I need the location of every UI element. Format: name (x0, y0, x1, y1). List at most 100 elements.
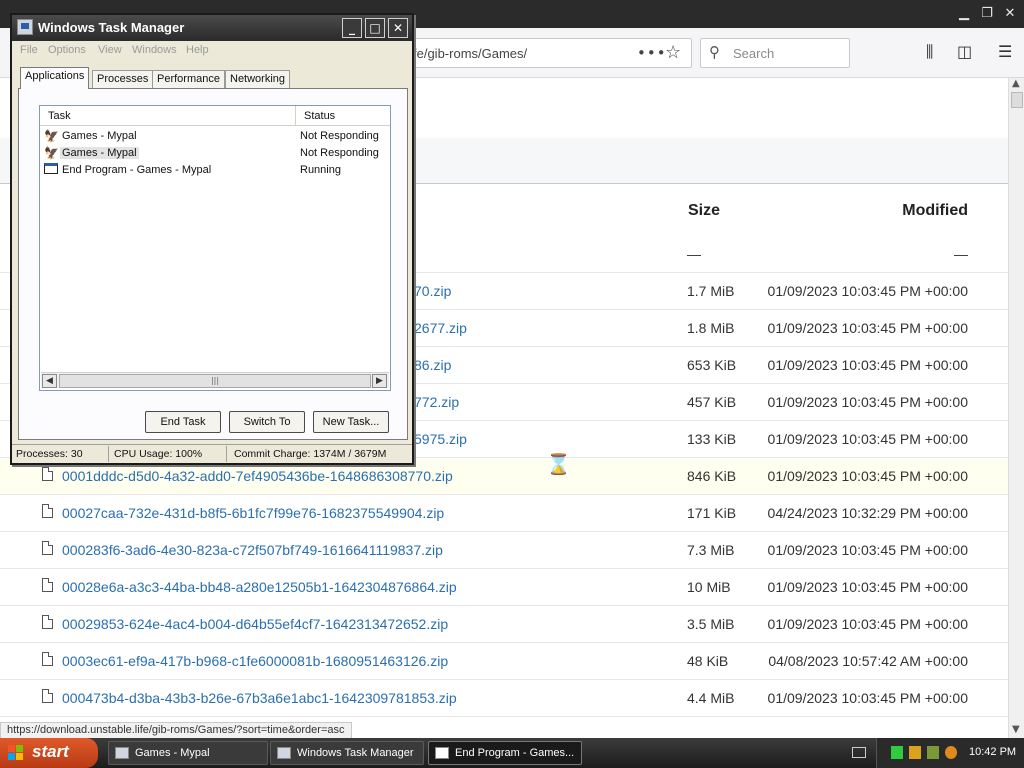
scroll-left-icon[interactable]: ◀ (42, 374, 57, 388)
task-list[interactable]: Task Status 🦅 Games - Mypal Not Respondi… (39, 105, 391, 391)
processes-count: Processes: 30 (16, 448, 83, 460)
menu-icon[interactable]: ☰ (998, 42, 1012, 61)
end-task-button[interactable]: End Task (145, 411, 221, 433)
task-row[interactable]: End Program - Games - Mypal Running (42, 162, 388, 179)
file-link[interactable]: 00028e6a-a3c3-44ba-bb48-a280e12505b1-164… (62, 579, 457, 595)
file-size: 1.8 MiB (687, 320, 735, 336)
system-tray: 10:42 PM (876, 738, 1024, 768)
file-size: 1.7 MiB (687, 283, 735, 299)
maximize-icon[interactable]: □ (365, 18, 385, 38)
mypal-icon: 🦅 (44, 146, 59, 160)
taskbar-item-games-mypal[interactable]: Games - Mypal (108, 741, 268, 765)
page-actions-icon[interactable]: ••• (637, 44, 667, 62)
file-link[interactable]: 86.zip (414, 357, 451, 373)
search-icon[interactable] (945, 746, 957, 759)
task-row[interactable]: 🦅 Games - Mypal Not Responding (42, 128, 388, 145)
file-size: 48 KiB (687, 653, 729, 669)
task-manager-titlebar[interactable]: Windows Task Manager _ □ ✕ (12, 15, 412, 41)
scroll-down-icon[interactable]: ▼ (1012, 724, 1020, 735)
file-size: 3.5 MiB (687, 616, 735, 632)
task-name: End Program - Games - Mypal (62, 164, 212, 176)
menu-file[interactable]: File (20, 44, 38, 56)
file-row[interactable]: 0003ec61-ef9a-417b-b968-c1fe6000081b-168… (0, 643, 1008, 680)
file-link[interactable]: 00027caa-732e-431d-b8f5-6b1fc7f99e76-168… (62, 505, 444, 521)
horizontal-scrollbar[interactable]: ◀ ||| ▶ (41, 372, 389, 388)
menu-options[interactable]: Options (48, 44, 86, 56)
tab-processes[interactable]: Processes (92, 70, 154, 88)
menu-bar: File Options View Windows Help (12, 41, 412, 61)
file-size: 10 MiB (687, 579, 731, 595)
tab-performance[interactable]: Performance (152, 70, 225, 88)
network-icon[interactable] (891, 746, 903, 759)
scroll-up-icon[interactable]: ▲ (1012, 78, 1020, 89)
vertical-scrollbar[interactable]: ▲ ▼ (1008, 78, 1024, 738)
clock[interactable]: 10:42 PM (969, 746, 1016, 758)
task-row[interactable]: 🦅 Games - Mypal Not Responding (42, 145, 388, 162)
file-modified: 04/24/2023 10:32:29 PM +00:00 (767, 505, 968, 521)
new-task-button[interactable]: New Task... (313, 411, 389, 433)
file-modified: 01/09/2023 10:03:45 PM +00:00 (767, 542, 968, 558)
file-row[interactable]: 00029853-624e-4ac4-b004-d64b55ef4cf7-164… (0, 606, 1008, 643)
file-row[interactable]: 000473b4-d3ba-43b3-b26e-67b3a6e1abc1-164… (0, 680, 1008, 717)
file-link[interactable]: 2677.zip (414, 320, 467, 336)
file-modified: 01/09/2023 10:03:45 PM +00:00 (767, 394, 968, 410)
close-icon[interactable]: ✕ (1000, 4, 1020, 24)
switch-to-button[interactable]: Switch To (229, 411, 305, 433)
window-icon (435, 747, 449, 759)
file-modified: 01/09/2023 10:03:45 PM +00:00 (767, 579, 968, 595)
file-icon (42, 652, 53, 666)
star-icon[interactable]: ☆ (665, 42, 681, 63)
shield-icon[interactable] (909, 746, 921, 759)
update-icon[interactable] (927, 746, 939, 759)
task-manager-window: Windows Task Manager _ □ ✕ File Options … (10, 13, 414, 465)
url-text[interactable]: fe/gib-roms/Games/ (413, 46, 527, 61)
file-row[interactable]: 000283f6-3ad6-4e30-823a-c72f507bf749-161… (0, 532, 1008, 569)
start-label: start (32, 742, 69, 761)
minimize-icon[interactable]: _ (342, 18, 362, 38)
task-manager-statusbar: Processes: 30 CPU Usage: 100% Commit Cha… (12, 444, 412, 463)
modified-column-header[interactable]: Modified (902, 202, 968, 220)
file-icon (42, 467, 53, 481)
file-modified: 04/08/2023 10:57:42 AM +00:00 (768, 653, 968, 669)
sidebar-icon[interactable]: ◫ (957, 42, 972, 61)
file-link[interactable]: 772.zip (414, 394, 459, 410)
tab-applications[interactable]: Applications (20, 67, 90, 89)
task-column-header[interactable]: Task (40, 106, 296, 126)
close-icon[interactable]: ✕ (388, 18, 408, 38)
tab-networking[interactable]: Networking (225, 70, 291, 88)
file-link[interactable]: 5975.zip (414, 431, 467, 447)
size-column-header[interactable]: Size (688, 202, 720, 220)
url-bar[interactable]: fe/gib-roms/Games/ ••• ☆ (400, 38, 692, 68)
file-link[interactable]: 0001dddc-d5d0-4a32-add0-7ef4905436be-164… (62, 468, 453, 484)
menu-help[interactable]: Help (186, 44, 209, 56)
minimize-icon[interactable]: ▁ (954, 4, 974, 24)
file-row[interactable]: 00027caa-732e-431d-b8f5-6b1fc7f99e76-168… (0, 495, 1008, 532)
scroll-thumb[interactable] (1011, 92, 1023, 108)
keyboard-icon[interactable] (852, 747, 866, 758)
file-link[interactable]: 0003ec61-ef9a-417b-b968-c1fe6000081b-168… (62, 653, 448, 669)
file-modified: 01/09/2023 10:03:45 PM +00:00 (767, 357, 968, 373)
scroll-thumb[interactable]: ||| (59, 374, 371, 388)
file-link[interactable]: 000283f6-3ad6-4e30-823a-c72f507bf749-161… (62, 542, 443, 558)
tab-strip: Applications Processes Performance Netwo… (18, 67, 408, 89)
scroll-right-icon[interactable]: ▶ (372, 374, 387, 388)
cpu-usage: CPU Usage: 100% (114, 448, 203, 460)
start-button[interactable]: start (0, 738, 98, 768)
windows-logo-icon (8, 745, 24, 761)
search-placeholder[interactable]: Search (733, 46, 774, 61)
taskbar-item-task-manager[interactable]: Windows Task Manager (270, 741, 424, 765)
restore-icon[interactable]: ❐ (977, 4, 997, 24)
search-box[interactable]: ⚲ Search (700, 38, 850, 68)
file-link[interactable]: 000473b4-d3ba-43b3-b26e-67b3a6e1abc1-164… (62, 690, 457, 706)
menu-windows[interactable]: Windows (132, 44, 177, 56)
file-row[interactable]: 18880405622.zip1.3 MiB01/09/2023 10:03:4… (0, 717, 1008, 720)
library-icon[interactable]: ⫼ (926, 42, 933, 62)
file-link[interactable]: 70.zip (414, 283, 451, 299)
status-column-header[interactable]: Status (296, 106, 390, 126)
file-link[interactable]: 00029853-624e-4ac4-b004-d64b55ef4cf7-164… (62, 616, 448, 632)
file-row[interactable]: 00028e6a-a3c3-44ba-bb48-a280e12505b1-164… (0, 569, 1008, 606)
mypal-icon: 🦅 (44, 129, 59, 143)
menu-view[interactable]: View (98, 44, 122, 56)
taskbar-item-end-program[interactable]: End Program - Games... (428, 741, 582, 765)
file-size: 7.3 MiB (687, 542, 735, 558)
